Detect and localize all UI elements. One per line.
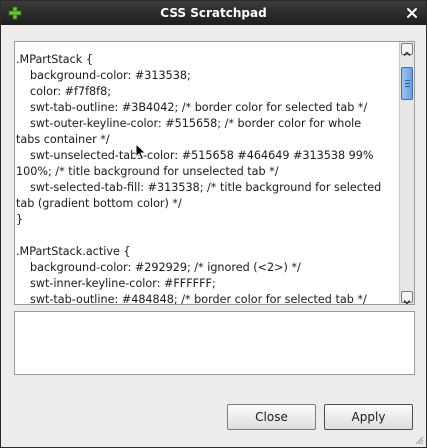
scroll-thumb[interactable] [401,66,413,100]
css-editor[interactable]: .MPartStack { background-color: #313538; c… [14,41,415,305]
close-button[interactable]: Close [227,404,316,430]
apply-button[interactable]: Apply [324,404,413,430]
code-line: swt-inner-keyline-color: #FFFFFF; [30,277,216,290]
chevron-down-icon [403,300,411,305]
code-line: 100%; /* title background for unselected… [16,165,279,178]
code-line: tab (gradient bottom color) */ [16,197,182,210]
code-line: swt-selected-tab-fill: #313538; /* title… [30,181,382,194]
window-title: CSS Scratchpad [160,6,267,20]
code-line: .MPartStack { [16,53,93,66]
code-line: tabs container */ [16,133,110,146]
scroll-up-button[interactable] [401,43,413,56]
css-editor-text[interactable]: .MPartStack { background-color: #313538; c… [15,42,400,304]
grip-line [405,82,410,84]
scroll-down-button[interactable] [401,291,413,305]
grip-line [405,79,410,81]
grip-line [405,85,410,87]
code-line: .MPartStack.active { [16,245,131,258]
code-line: background-color: #292929; /* ignored (<… [30,261,301,274]
code-line: background-color: #313538; [30,69,191,82]
code-line: color: #f7f8f8; [30,85,111,98]
code-line: swt-tab-outline: #484848; /* border colo… [30,293,367,304]
cursor-icon [135,143,147,161]
editor-scrollbar[interactable] [399,42,414,305]
css-output-area[interactable] [14,311,415,375]
chevron-up-icon [403,51,411,56]
close-icon[interactable] [404,5,420,21]
code-line: } [16,213,24,226]
code-line: swt-tab-outline: #3B4042; /* border colo… [30,101,368,114]
resize-grip-icon[interactable] [414,435,424,445]
code-line: swt-unselected-tabs-color: #515658 #4646… [30,149,374,162]
css-scratchpad-window: CSS Scratchpad .MPartStack { background-c… [0,0,427,448]
title-bar[interactable]: CSS Scratchpad [1,1,426,25]
code-line: swt-outer-keyline-color: #515658; /* bor… [30,117,362,130]
